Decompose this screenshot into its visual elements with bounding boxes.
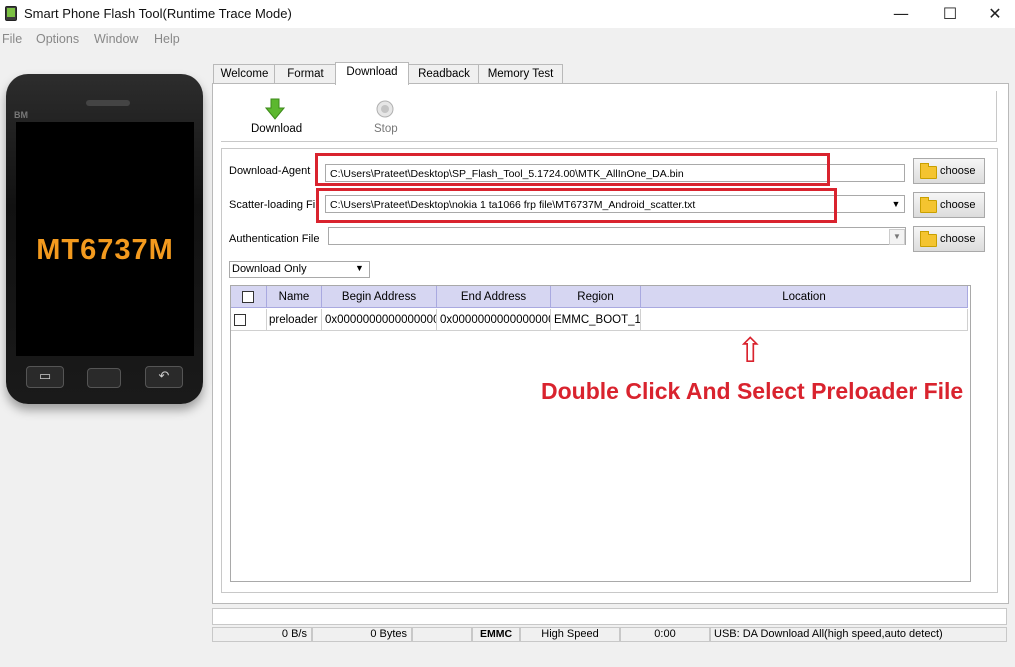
- row-checkbox[interactable]: [234, 314, 246, 326]
- status-usb-speed: High Speed: [520, 627, 620, 642]
- download-agent-label: Download-Agent: [229, 165, 311, 177]
- download-button[interactable]: Download: [248, 96, 302, 138]
- cell-location[interactable]: [641, 309, 968, 331]
- tab-memory-test[interactable]: Memory Test: [478, 64, 563, 84]
- row-checkbox-cell[interactable]: [231, 309, 267, 331]
- download-mode-select[interactable]: Download Only: [229, 261, 370, 278]
- folder-icon: [920, 231, 937, 247]
- stop-label: Stop: [374, 123, 398, 135]
- stop-icon: [376, 100, 394, 121]
- chip-label: MT6737M: [36, 234, 174, 266]
- auth-file-label: Authentication File: [229, 233, 320, 245]
- column-end-address[interactable]: End Address: [437, 286, 551, 308]
- annotation-arrow-icon: ⇧: [736, 331, 765, 371]
- phone-menu-key: ▭: [26, 366, 64, 388]
- select-all-checkbox[interactable]: [242, 291, 254, 303]
- auth-dropdown-icon[interactable]: ▼: [889, 229, 905, 245]
- column-begin-address[interactable]: Begin Address: [322, 286, 437, 308]
- maximize-button[interactable]: ☐: [927, 0, 973, 28]
- tab-welcome[interactable]: Welcome: [213, 64, 276, 84]
- phone-back-key: ↶: [145, 366, 183, 388]
- mode-dropdown-icon[interactable]: ▼: [355, 263, 364, 273]
- folder-icon: [920, 163, 937, 179]
- phone-speaker: [86, 100, 130, 106]
- toolbar: [221, 91, 997, 142]
- menu-file[interactable]: File: [2, 32, 22, 46]
- app-icon: [5, 6, 17, 21]
- status-message: USB: DA Download All(high speed,auto det…: [710, 627, 1007, 642]
- column-location[interactable]: Location: [641, 286, 968, 308]
- folder-icon: [920, 197, 937, 213]
- phone-home-key: [87, 368, 121, 388]
- auth-file-combo[interactable]: [328, 227, 906, 245]
- progress-bar: [212, 608, 1007, 625]
- tab-download[interactable]: Download: [335, 62, 409, 85]
- download-arrow-icon: [264, 98, 286, 123]
- status-bytes: 0 Bytes: [312, 627, 412, 642]
- cell-end-address[interactable]: 0x0000000000000000: [437, 309, 551, 331]
- title-bar: Smart Phone Flash Tool(Runtime Trace Mod…: [0, 0, 1015, 28]
- cell-name[interactable]: preloader: [267, 309, 322, 331]
- phone-brand: BM: [14, 110, 28, 120]
- menu-help[interactable]: Help: [154, 32, 180, 46]
- choose-scatter-button[interactable]: choose: [913, 192, 985, 218]
- cell-region[interactable]: EMMC_BOOT_1: [551, 309, 641, 331]
- tab-format[interactable]: Format: [274, 64, 337, 84]
- stop-button[interactable]: Stop: [366, 96, 406, 138]
- choose-download-agent-button[interactable]: choose: [913, 158, 985, 184]
- annotation-text: Double Click And Select Preloader File: [541, 378, 964, 404]
- status-blank: [412, 627, 472, 642]
- column-region[interactable]: Region: [551, 286, 641, 308]
- minimize-button[interactable]: —: [878, 0, 924, 28]
- scatter-file-label: Scatter-loading Fil: [229, 199, 318, 211]
- choose-auth-button[interactable]: choose: [913, 226, 985, 252]
- menu-bar: File Options Window Help: [0, 28, 1015, 50]
- tab-readback[interactable]: Readback: [408, 64, 480, 84]
- menu-options[interactable]: Options: [36, 32, 79, 46]
- status-storage: EMMC: [472, 627, 520, 642]
- highlight-box-download-agent: [315, 153, 830, 186]
- highlight-box-scatter: [316, 188, 837, 223]
- window-title: Smart Phone Flash Tool(Runtime Trace Mod…: [24, 6, 292, 21]
- status-speed: 0 B/s: [212, 627, 312, 642]
- column-name[interactable]: Name: [267, 286, 322, 308]
- cell-begin-address[interactable]: 0x0000000000000000: [322, 309, 437, 331]
- header-select-all[interactable]: [231, 286, 267, 308]
- scatter-dropdown-icon[interactable]: ▼: [889, 197, 903, 211]
- download-label: Download: [251, 123, 303, 135]
- menu-window[interactable]: Window: [94, 32, 138, 46]
- status-time: 0:00: [620, 627, 710, 642]
- close-button[interactable]: ✕: [972, 0, 1015, 28]
